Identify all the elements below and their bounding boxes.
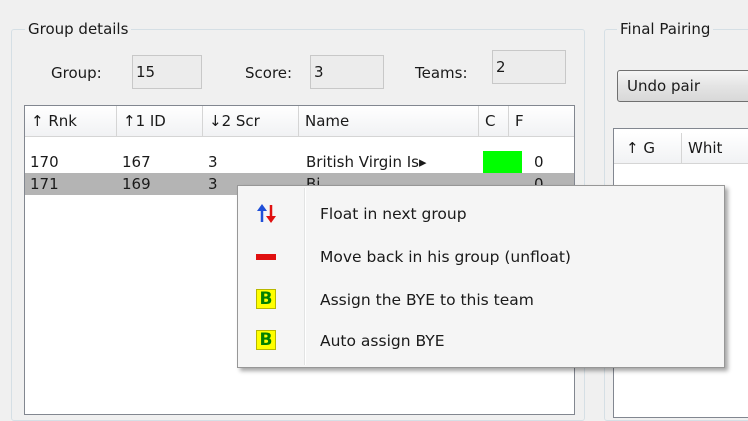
- rank-cell: 171: [30, 175, 59, 193]
- score-label: Score:: [245, 64, 293, 82]
- minus-icon: [254, 245, 278, 269]
- col-f-header[interactable]: F: [509, 106, 574, 136]
- teams-field: 2: [492, 50, 566, 84]
- auto-bye-icon: B: [256, 330, 276, 350]
- col-score-header[interactable]: ↓2 Scr: [203, 106, 299, 136]
- context-menu: Float in next group Move back in his gro…: [237, 185, 725, 368]
- col-name-header[interactable]: Name: [299, 106, 479, 136]
- undo-pairing-button[interactable]: Undo pair: [617, 70, 748, 102]
- menu-item-assign-bye[interactable]: B Assign the BYE to this team: [240, 281, 722, 319]
- group-label: Group:: [51, 64, 102, 82]
- col-rank-header[interactable]: ↑ Rnk: [25, 106, 117, 136]
- menu-item-label: Float in next group: [320, 205, 467, 223]
- bye-icon: B: [256, 289, 276, 309]
- id-cell: 169: [122, 175, 151, 193]
- final-pairings-title: Final Pairing: [617, 20, 714, 38]
- group-field: 15: [132, 55, 202, 89]
- menu-item-label: Auto assign BYE: [320, 332, 445, 350]
- col-white-header[interactable]: Whit: [682, 133, 748, 163]
- col-id-header[interactable]: ↑1 ID: [117, 106, 203, 136]
- color-cell-green: [483, 151, 522, 173]
- menu-item-auto-assign-bye[interactable]: B Auto assign BYE: [240, 322, 722, 360]
- rank-cell: 170: [30, 153, 59, 171]
- pairings-grid-header: ↑ G Whit: [614, 133, 748, 164]
- menu-item-label: Move back in his group (unfloat): [320, 248, 571, 266]
- table-row[interactable]: 170 167 3 British Virgin Is▸ 0: [25, 151, 574, 173]
- teams-grid-header: ↑ Rnk ↑1 ID ↓2 Scr Name C F: [25, 106, 574, 137]
- menu-item-unfloat[interactable]: Move back in his group (unfloat): [240, 238, 722, 276]
- col-c-header[interactable]: C: [479, 106, 509, 136]
- menu-item-label: Assign the BYE to this team: [320, 291, 534, 309]
- col-g-header[interactable]: ↑ G: [614, 133, 682, 163]
- float-cell: 0: [534, 153, 544, 171]
- float-arrows-icon: [254, 202, 278, 226]
- name-cell: British Virgin Is▸: [306, 153, 427, 171]
- group-details-title: Group details: [25, 20, 132, 38]
- teams-label: Teams:: [415, 64, 468, 82]
- id-cell: 167: [122, 153, 151, 171]
- score-cell: 3: [208, 153, 218, 171]
- menu-item-float-next-group[interactable]: Float in next group: [240, 195, 722, 233]
- score-field: 3: [310, 55, 384, 89]
